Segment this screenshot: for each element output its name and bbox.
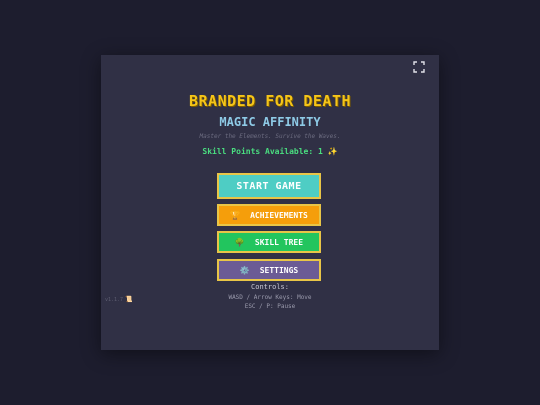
- start-game-label: START GAME: [236, 180, 302, 192]
- version-text: v1.1.7: [105, 296, 124, 303]
- version-label: v1.1.7 📜: [105, 296, 133, 303]
- controls-pause: ESC / P: Pause: [244, 303, 296, 310]
- scroll-icon: 📜: [125, 296, 133, 303]
- game-tagline: Master the Elements. Survive the Waves.: [199, 133, 341, 140]
- skill-tree-label: SKILL TREE: [254, 237, 304, 247]
- fullscreen-icon[interactable]: [413, 58, 425, 73]
- trophy-icon: 🏆: [230, 210, 241, 220]
- skill-points-label: Skill Points Available: 1 ✨: [202, 147, 338, 156]
- gear-icon: ⚙️: [239, 265, 250, 275]
- tree-icon: 🌳: [234, 237, 245, 247]
- settings-button[interactable]: ⚙️ SETTINGS: [217, 259, 321, 281]
- skill-tree-button[interactable]: 🌳 SKILL TREE: [217, 231, 321, 253]
- settings-label: SETTINGS: [259, 265, 299, 275]
- controls-move: WASD / Arrow Keys: Move: [228, 294, 312, 301]
- start-game-button[interactable]: START GAME: [217, 173, 321, 199]
- game-window: BRANDED FOR DEATH MAGIC AFFINITY Master …: [101, 55, 439, 350]
- achievements-label: ACHIEVEMENTS: [250, 210, 308, 220]
- game-title: BRANDED FOR DEATH: [188, 92, 352, 110]
- game-subtitle: MAGIC AFFINITY: [219, 115, 321, 129]
- controls-title: Controls:: [251, 283, 289, 291]
- achievements-button[interactable]: 🏆 ACHIEVEMENTS: [217, 204, 321, 226]
